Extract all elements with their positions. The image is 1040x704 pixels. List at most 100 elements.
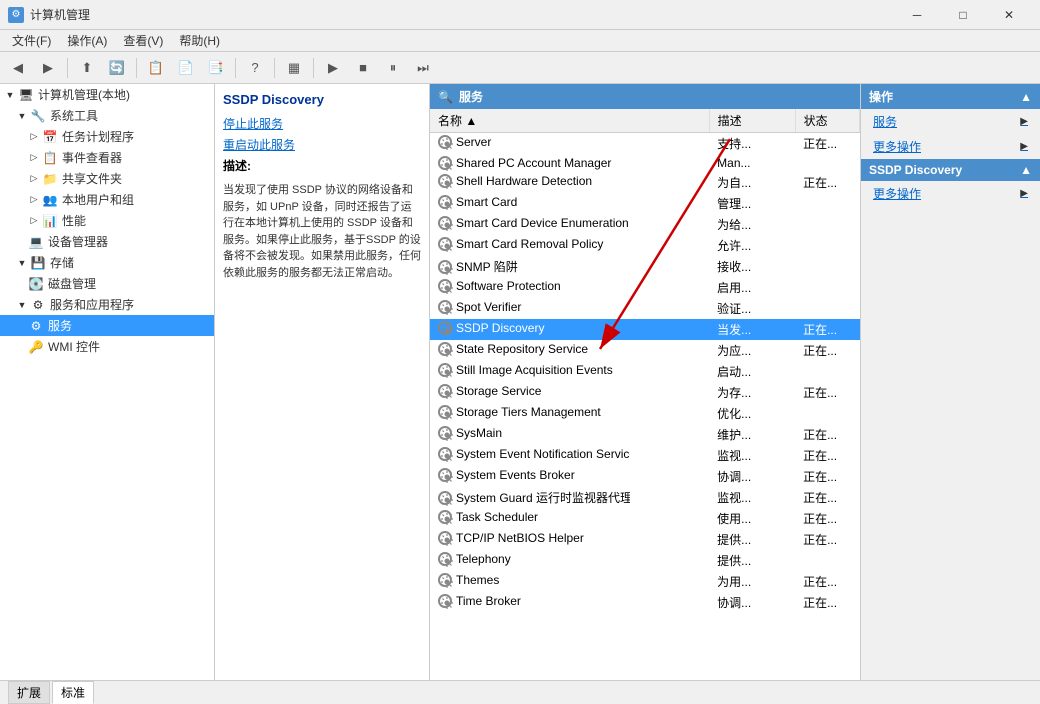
menu-view[interactable]: 查看(V)	[115, 30, 171, 51]
action-item-more-1[interactable]: 更多操作 ▶	[861, 134, 1040, 159]
row-service-status: 正在...	[795, 319, 859, 340]
toolbar-btn-5[interactable]: 📑	[202, 56, 230, 80]
expand-arrow-4: ▷	[28, 152, 40, 164]
row-service-status	[795, 403, 859, 424]
table-row[interactable]: Shared PC Account ManagerMan...	[430, 154, 860, 172]
row-service-status: 正在...	[795, 424, 859, 445]
sidebar-perf-label: 性能	[62, 212, 86, 229]
action-section-main: 操作 ▲ 服务 ▶ 更多操作 ▶	[861, 84, 1040, 159]
expand-arrow-5: ▷	[28, 173, 40, 185]
sidebar-item-wmi[interactable]: 🔑 WMI 控件	[0, 336, 214, 357]
sidebar-item-performance[interactable]: ▷ 📊 性能	[0, 210, 214, 231]
table-row[interactable]: SysMain维护...正在...	[430, 424, 860, 445]
row-service-name: SNMP 陷阱	[456, 258, 518, 275]
table-row[interactable]: Still Image Acquisition Events启动...	[430, 361, 860, 382]
row-service-status: 正在...	[795, 133, 859, 155]
sidebar-item-shared-folders[interactable]: ▷ 📁 共享文件夹	[0, 168, 214, 189]
table-row[interactable]: Server支持...正在...	[430, 133, 860, 155]
table-row[interactable]: System Events Broker协调...正在...	[430, 466, 860, 487]
menu-file[interactable]: 文件(F)	[4, 30, 59, 51]
toolbar-btn-3[interactable]: 📋	[142, 56, 170, 80]
sidebar-item-storage[interactable]: ▼ 💾 存储	[0, 252, 214, 273]
table-row[interactable]: System Event Notification Service监视...正在…	[430, 445, 860, 466]
desc-label: 描述:	[223, 157, 421, 174]
step-button[interactable]: ⏭	[409, 56, 437, 80]
services-panel: 🔍 服务 名称 ▲ 描述 状态 Server支持.	[430, 84, 860, 680]
table-row[interactable]: State Repository Service为应...正在...	[430, 340, 860, 361]
menu-action[interactable]: 操作(A)	[59, 30, 115, 51]
row-service-icon	[438, 447, 452, 461]
refresh-button[interactable]: 🔄	[103, 56, 131, 80]
expand-arrow-3: ▷	[28, 131, 40, 143]
pause-button[interactable]: ⏸	[379, 56, 407, 80]
table-row[interactable]: Storage Service为存...正在...	[430, 382, 860, 403]
tab-expand[interactable]: 扩展	[8, 681, 50, 704]
row-service-status: 正在...	[795, 466, 859, 487]
close-button[interactable]: ✕	[986, 0, 1032, 30]
restart-service-link[interactable]: 重启动此服务	[223, 136, 421, 153]
sidebar-item-system-tools[interactable]: ▼ 🔧 系统工具	[0, 105, 214, 126]
sidebar-item-local-users[interactable]: ▷ 👥 本地用户和组	[0, 189, 214, 210]
toolbar-sep-1	[67, 58, 68, 78]
action-item-services-label: 服务	[873, 113, 897, 130]
table-row[interactable]: Telephony提供...	[430, 550, 860, 571]
row-service-name: Shared PC Account Manager	[456, 156, 611, 170]
action-item-services[interactable]: 服务 ▶	[861, 109, 1040, 134]
row-service-icon	[438, 594, 452, 608]
row-service-desc: 为存...	[709, 382, 795, 403]
row-service-icon	[438, 135, 452, 149]
table-row[interactable]: Smart Card管理...	[430, 193, 860, 214]
action-header-ssdp[interactable]: SSDP Discovery ▲	[861, 159, 1040, 181]
sidebar-item-services[interactable]: ⚙ 服务	[0, 315, 214, 336]
row-service-desc: 优化...	[709, 403, 795, 424]
table-row[interactable]: System Guard 运行时监视器代理监视...正在...	[430, 487, 860, 508]
play-button[interactable]: ▶	[319, 56, 347, 80]
stop-service-link[interactable]: 停止此服务	[223, 115, 421, 132]
table-row[interactable]: Time Broker协调...正在...	[430, 592, 860, 613]
table-row[interactable]: Spot Verifier验证...	[430, 298, 860, 319]
stop-button[interactable]: ■	[349, 56, 377, 80]
row-service-name: System Event Notification Service	[456, 447, 630, 461]
sidebar-item-task-scheduler[interactable]: ▷ 📅 任务计划程序	[0, 126, 214, 147]
toolbar-sep-3	[235, 58, 236, 78]
table-row[interactable]: Task Scheduler使用...正在...	[430, 508, 860, 529]
row-service-desc: 使用...	[709, 508, 795, 529]
table-row[interactable]: Smart Card Removal Policy允许...	[430, 235, 860, 256]
action-item-more-2[interactable]: 更多操作 ▶	[861, 181, 1040, 206]
table-row[interactable]: Software Protection启用...	[430, 277, 860, 298]
row-service-desc: 为自...	[709, 172, 795, 193]
table-row[interactable]: TCP/IP NetBIOS Helper提供...正在...	[430, 529, 860, 550]
toolbar-grid-btn[interactable]: ▦	[280, 56, 308, 80]
tab-standard[interactable]: 标准	[52, 681, 94, 704]
sidebar-item-disk-mgmt[interactable]: 💽 磁盘管理	[0, 273, 214, 294]
action-header-main[interactable]: 操作 ▲	[861, 84, 1040, 109]
row-service-desc: 提供...	[709, 550, 795, 571]
menu-help[interactable]: 帮助(H)	[171, 30, 228, 51]
app-icon: ⚙	[8, 7, 24, 23]
table-row[interactable]: SNMP 陷阱接收...	[430, 256, 860, 277]
row-service-name: System Guard 运行时监视器代理	[456, 489, 630, 506]
table-row[interactable]: Shell Hardware Detection为自...正在...	[430, 172, 860, 193]
row-service-desc: 监视...	[709, 445, 795, 466]
perf-icon: 📊	[42, 213, 58, 229]
table-row[interactable]: Smart Card Device Enumeration Service为给.…	[430, 214, 860, 235]
up-button[interactable]: ⬆	[73, 56, 101, 80]
help-button[interactable]: ?	[241, 56, 269, 80]
sidebar-item-device-manager[interactable]: 💻 设备管理器	[0, 231, 214, 252]
table-row[interactable]: SSDP Discovery当发...正在...	[430, 319, 860, 340]
table-row[interactable]: Themes为用...正在...	[430, 571, 860, 592]
sidebar-item-event-viewer[interactable]: ▷ 📋 事件查看器	[0, 147, 214, 168]
toolbar-btn-4[interactable]: 📄	[172, 56, 200, 80]
services-table-container[interactable]: 名称 ▲ 描述 状态 Server支持...正在...Shared PC Acc…	[430, 109, 860, 680]
action-arrow-2: ▶	[1020, 141, 1028, 152]
minimize-button[interactable]: ─	[894, 0, 940, 30]
table-row[interactable]: Storage Tiers Management优化...	[430, 403, 860, 424]
row-service-name: Still Image Acquisition Events	[456, 363, 613, 377]
maximize-button[interactable]: □	[940, 0, 986, 30]
sidebar-item-services-apps[interactable]: ▼ ⚙ 服务和应用程序	[0, 294, 214, 315]
back-button[interactable]: ◀	[4, 56, 32, 80]
row-service-desc: 当发...	[709, 319, 795, 340]
sidebar-item-root[interactable]: ▼ 🖥 计算机管理(本地)	[0, 84, 214, 105]
forward-button[interactable]: ▶	[34, 56, 62, 80]
sidebar-storage-label: 存储	[50, 254, 74, 271]
